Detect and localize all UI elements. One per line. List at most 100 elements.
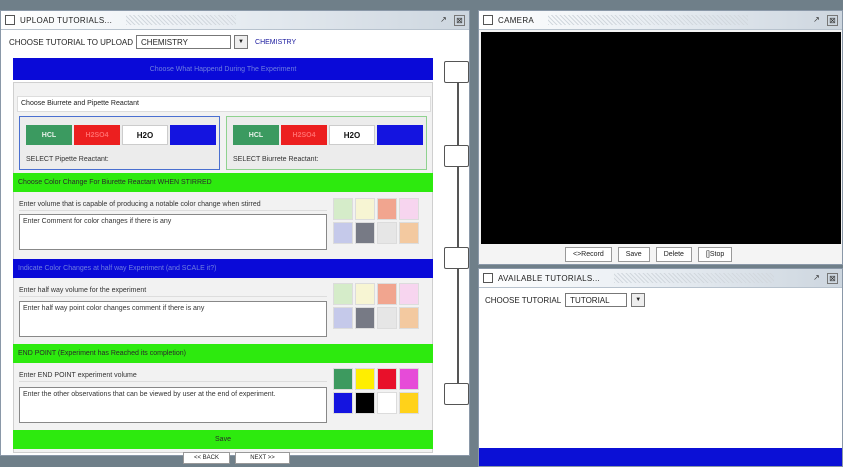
available-titlebar[interactable]: AVAILABLE TUTORIALS... ↗ ⊠	[479, 269, 842, 288]
camera-video-feed	[481, 32, 841, 244]
maximize-icon[interactable]: ↗	[438, 15, 449, 26]
color-swatch-4[interactable]	[399, 283, 419, 305]
choose-tutorial-label: CHOOSE TUTORIAL TO UPLOAD	[9, 37, 134, 47]
back-button[interactable]: << BACK	[183, 452, 230, 464]
halfway-comment-field[interactable]: Enter half way point color changes comme…	[19, 301, 327, 337]
halfway-bar: Indicate Color Changes at half way Exper…	[13, 259, 433, 278]
upload-titlebar[interactable]: UPLOAD TUTORIALS... ↗ ⊠	[1, 11, 469, 30]
color-swatch-5[interactable]	[333, 392, 353, 414]
slider-step-1[interactable]	[444, 61, 469, 83]
color-swatch-2[interactable]	[355, 368, 375, 390]
tutorial-text-field[interactable]: CHEMISTRY	[136, 35, 232, 49]
bottom-blue-strip	[479, 448, 842, 466]
record-button[interactable]: <>Record	[565, 247, 612, 262]
available-title: AVAILABLE TUTORIALS...	[498, 273, 601, 283]
volume-slider-track	[457, 83, 459, 405]
navigation-row: << BACK NEXT >>	[183, 452, 290, 464]
color-swatch-5[interactable]	[333, 222, 353, 244]
maximize-icon[interactable]: ↗	[811, 273, 822, 284]
slider-step-4[interactable]	[444, 383, 469, 405]
color-swatch-1[interactable]	[333, 368, 353, 390]
available-tutorial-field[interactable]: TUTORIAL	[565, 293, 628, 307]
selected-tutorial-label: CHEMISTRY	[255, 38, 297, 46]
endpoint-bar: END POINT (Experiment has Reached its co…	[13, 344, 433, 363]
reactant-blue[interactable]	[377, 125, 423, 145]
color-swatch-3[interactable]	[377, 368, 397, 390]
available-tutorials-window: AVAILABLE TUTORIALS... ↗ ⊠ CHOOSE TUTORI…	[478, 268, 843, 467]
stop-button[interactable]: []Stop	[697, 247, 733, 262]
tutorial-dropdown[interactable]: ▼	[234, 35, 249, 49]
color-swatch-7[interactable]	[377, 307, 397, 329]
choose-available-label: CHOOSE TUTORIAL	[485, 295, 562, 305]
reactant-h2so4[interactable]: H2SO4	[281, 125, 327, 145]
choose-available-row: CHOOSE TUTORIAL TUTORIAL ▼	[485, 293, 646, 307]
next-button[interactable]: NEXT >>	[235, 452, 290, 464]
reactant-h2o[interactable]: H2O	[329, 125, 375, 145]
delete-button[interactable]: Delete	[655, 247, 692, 262]
available-dropdown[interactable]: ▼	[631, 293, 646, 307]
color-swatch-6[interactable]	[355, 392, 375, 414]
burette-label: SELECT Biurrete Reactant:	[233, 156, 319, 163]
titlebar-hatch	[126, 15, 237, 25]
color-swatch-5[interactable]	[333, 307, 353, 329]
color-swatch-8[interactable]	[399, 222, 419, 244]
halfway-volume-field[interactable]: Enter half way volume for the experiment	[19, 284, 327, 297]
upload-tutorials-window: UPLOAD TUTORIALS... ↗ ⊠ CHOOSE TUTORIAL …	[0, 10, 470, 456]
pipette-label: SELECT Pipette Reactant:	[26, 156, 109, 163]
color-swatch-4[interactable]	[399, 368, 419, 390]
slider-step-2[interactable]	[444, 145, 469, 167]
endpoint-color-palette	[333, 368, 419, 414]
pipette-reactant-box: HCL H2SO4 H2O SELECT Pipette Reactant:	[19, 116, 220, 170]
slider-step-3[interactable]	[444, 247, 469, 269]
color-swatch-2[interactable]	[355, 198, 375, 220]
save-button[interactable]: Save	[13, 430, 433, 449]
titlebar-hatch	[614, 273, 775, 283]
chevron-down-icon: ▼	[235, 36, 248, 48]
color-swatch-7[interactable]	[377, 392, 397, 414]
reactant-blue[interactable]	[170, 125, 216, 145]
tutorial-text-value: CHEMISTRY	[141, 37, 188, 47]
color-swatch-1[interactable]	[333, 198, 353, 220]
stirred-comment-field[interactable]: Enter Comment for color changes if there…	[19, 214, 327, 250]
reactants-title: Choose Biurrete and Pipette Reactant	[17, 96, 431, 112]
stirred-volume-field[interactable]: Enter volume that is capable of producin…	[19, 198, 327, 211]
color-swatch-7[interactable]	[377, 222, 397, 244]
burette-reactant-box: HCL H2SO4 H2O SELECT Biurrete Reactant:	[226, 116, 427, 170]
titlebar-hatch	[548, 15, 749, 25]
window-icon	[5, 15, 15, 25]
reactant-h2o[interactable]: H2O	[122, 125, 168, 145]
choose-tutorial-row: CHOOSE TUTORIAL TO UPLOAD CHEMISTRY ▼ CH…	[9, 35, 296, 49]
color-swatch-3[interactable]	[377, 283, 397, 305]
reactant-hcl[interactable]: HCL	[233, 125, 279, 145]
close-icon[interactable]: ⊠	[827, 14, 838, 26]
halfway-color-palette	[333, 283, 419, 329]
reactant-hcl[interactable]: HCL	[26, 125, 72, 145]
close-icon[interactable]: ⊠	[454, 14, 465, 26]
camera-title: CAMERA	[498, 15, 535, 25]
stirred-bar: Choose Color Change For Biurette Reactan…	[13, 173, 433, 192]
color-swatch-6[interactable]	[355, 222, 375, 244]
experiment-header-bar: Choose What Happend During The Experimen…	[13, 58, 433, 80]
color-swatch-2[interactable]	[355, 283, 375, 305]
color-swatch-8[interactable]	[399, 392, 419, 414]
color-swatch-6[interactable]	[355, 307, 375, 329]
camera-window: CAMERA ↗ ⊠ <>Record Save Delete []Stop	[478, 10, 843, 265]
chevron-down-icon: ▼	[632, 294, 645, 306]
camera-controls: <>Record Save Delete []Stop	[565, 247, 733, 262]
window-icon	[483, 15, 493, 25]
camera-titlebar[interactable]: CAMERA ↗ ⊠	[479, 11, 842, 30]
color-swatch-4[interactable]	[399, 198, 419, 220]
reactant-h2so4[interactable]: H2SO4	[74, 125, 120, 145]
maximize-icon[interactable]: ↗	[811, 15, 822, 26]
color-swatch-3[interactable]	[377, 198, 397, 220]
camera-save-button[interactable]: Save	[617, 247, 650, 262]
upload-title: UPLOAD TUTORIALS...	[20, 15, 113, 25]
close-icon[interactable]: ⊠	[827, 272, 838, 284]
endpoint-comment-field[interactable]: Enter the other observations that can be…	[19, 387, 327, 423]
window-icon	[483, 273, 493, 283]
color-swatch-8[interactable]	[399, 307, 419, 329]
available-tutorial-value: TUTORIAL	[570, 295, 610, 305]
color-swatch-1[interactable]	[333, 283, 353, 305]
stirred-color-palette	[333, 198, 419, 244]
endpoint-volume-field[interactable]: Enter END POINT experiment volume	[19, 369, 327, 382]
